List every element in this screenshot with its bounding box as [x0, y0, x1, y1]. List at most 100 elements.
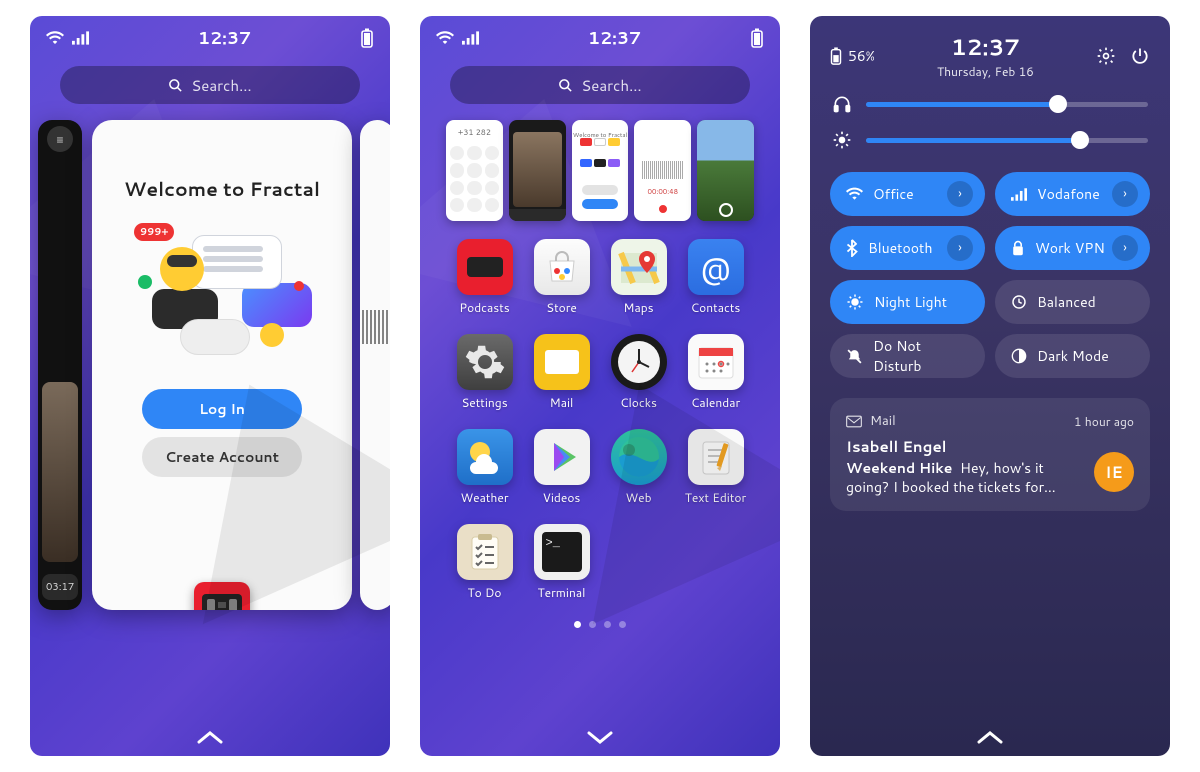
search-bar[interactable]: Search…: [60, 66, 360, 104]
video-timestamp: 03:17: [42, 574, 78, 600]
power-icon[interactable]: [1130, 46, 1150, 66]
avatar: IE: [1094, 452, 1134, 492]
app-label: Videos: [543, 489, 581, 506]
qs-power[interactable]: Balanced: [995, 280, 1150, 324]
recent-app-phone[interactable]: +31 282: [446, 120, 503, 221]
shutter-icon: [719, 203, 733, 217]
recent-app-fractal[interactable]: Welcome to Fractal: [572, 120, 629, 221]
headphones-icon: [832, 94, 852, 114]
recent-app-recorder[interactable]: 00:00:48: [634, 120, 691, 221]
signal-icon: [462, 31, 479, 45]
overview-card-left[interactable]: ≡ 03:17: [38, 120, 82, 610]
nav-up-arrow[interactable]: [975, 728, 1005, 746]
overview-app-icon[interactable]: [194, 582, 250, 610]
overview-cards: ≡ 03:17 Welcome to Fractal 999+ Log In C…: [30, 120, 390, 630]
web-icon: [611, 429, 667, 485]
app-label: Mail: [550, 394, 574, 411]
clocks-icon: [611, 334, 667, 390]
quick-settings-grid: Office›Vodafone›Bluetooth›Work VPN›Night…: [810, 158, 1170, 378]
terminal-icon: [534, 524, 590, 580]
app-calendar[interactable]: Calendar: [681, 334, 750, 411]
volume-slider[interactable]: [866, 102, 1148, 107]
notif-body: Weekend Hike Hey, how's it going? I book…: [846, 459, 1134, 497]
status-bar: 12:37: [30, 16, 390, 54]
notification-card[interactable]: Mail 1 hour ago Isabell Engel Weekend Hi…: [830, 398, 1150, 511]
battery-percent: 56%: [848, 46, 875, 66]
app-mail[interactable]: Mail: [527, 334, 596, 411]
page-indicator[interactable]: [420, 621, 780, 628]
notif-time: 1 hour ago: [1074, 413, 1134, 430]
brightness-icon: [832, 130, 852, 150]
qs-signal[interactable]: Vodafone›: [995, 172, 1150, 216]
qs-night[interactable]: Night Light: [830, 280, 985, 324]
app-label: Settings: [461, 394, 507, 411]
lock-icon: [1011, 240, 1025, 256]
app-podcasts[interactable]: Podcasts: [450, 239, 519, 316]
app-label: Maps: [623, 299, 653, 316]
qs-dark[interactable]: Dark Mode: [995, 334, 1150, 378]
record-icon: [657, 203, 669, 215]
app-label: Store: [546, 299, 577, 316]
recent-app-camera[interactable]: [697, 120, 754, 221]
recent-apps-strip[interactable]: +31 282 Welcome to Fractal 00:00:48: [420, 120, 780, 221]
nav-up-arrow[interactable]: [195, 728, 225, 746]
qs-label: Work VPN: [1035, 238, 1112, 258]
contacts-icon: @: [688, 239, 744, 295]
chevron-right-icon[interactable]: ›: [1112, 235, 1138, 261]
brightness-slider[interactable]: [866, 138, 1148, 143]
overview-card-right[interactable]: [360, 120, 390, 610]
qs-wifi[interactable]: Office›: [830, 172, 985, 216]
login-button[interactable]: Log In: [142, 389, 302, 429]
app-label: Text Editor: [685, 489, 746, 506]
app-contacts[interactable]: @Contacts: [681, 239, 750, 316]
app-maps[interactable]: Maps: [604, 239, 673, 316]
search-bar[interactable]: Search…: [450, 66, 750, 104]
app-label: Terminal: [538, 584, 586, 601]
qs-label: Dark Mode: [1037, 346, 1138, 366]
qs-lock[interactable]: Work VPN›: [995, 226, 1150, 270]
phone-overview: 12:37 Search… ≡ 03:17 Welcome to Fractal: [30, 16, 390, 756]
maps-icon: [611, 239, 667, 295]
overview-card-main[interactable]: Welcome to Fractal 999+ Log In Create Ac…: [92, 120, 352, 610]
settings-icon[interactable]: [1096, 46, 1116, 66]
store-icon: [534, 239, 590, 295]
app-videos[interactable]: Videos: [527, 429, 596, 506]
app-grid: Podcasts Store Maps @Contacts Settings Mail Cl…: [420, 235, 780, 601]
keypad-icon: [446, 142, 503, 216]
app-settings[interactable]: Settings: [450, 334, 519, 411]
app-label: Web: [625, 489, 651, 506]
search-icon: [168, 78, 183, 93]
app-store[interactable]: Store: [527, 239, 596, 316]
videos-icon: [534, 429, 590, 485]
recent-app-video[interactable]: [509, 120, 566, 221]
phone-appgrid: 12:37 Search… +31 282 Welcome to Fractal: [420, 16, 780, 756]
chevron-right-icon[interactable]: ›: [947, 235, 973, 261]
notif-from: Isabell Engel: [846, 436, 1134, 457]
status-time: 12:37: [588, 26, 641, 50]
qs-date: Thursday, Feb 16: [937, 63, 1034, 80]
dark-icon: [1011, 348, 1027, 364]
app-web[interactable]: Web: [604, 429, 673, 506]
app-editor[interactable]: Text Editor: [681, 429, 750, 506]
app-label: To Do: [468, 584, 502, 601]
app-clocks[interactable]: Clocks: [604, 334, 673, 411]
volume-slider-row: [810, 86, 1170, 122]
wifi-icon: [436, 31, 454, 45]
chevron-right-icon[interactable]: ›: [947, 181, 973, 207]
podcasts-icon: [457, 239, 513, 295]
app-label: Podcasts: [459, 299, 509, 316]
settings-icon: [457, 334, 513, 390]
battery-icon: [750, 28, 764, 48]
app-weather[interactable]: Weather: [450, 429, 519, 506]
qs-bluetooth[interactable]: Bluetooth›: [830, 226, 985, 270]
hamburger-icon: ≡: [47, 126, 73, 152]
app-label: Weather: [460, 489, 508, 506]
app-todo[interactable]: To Do: [450, 524, 519, 601]
nav-down-arrow[interactable]: [585, 728, 615, 746]
app-terminal[interactable]: Terminal: [527, 524, 596, 601]
chevron-right-icon[interactable]: ›: [1112, 181, 1138, 207]
brightness-slider-row: [810, 122, 1170, 158]
weather-icon: [457, 429, 513, 485]
create-account-button[interactable]: Create Account: [142, 437, 302, 477]
qs-dnd[interactable]: Do Not Disturb: [830, 334, 985, 378]
